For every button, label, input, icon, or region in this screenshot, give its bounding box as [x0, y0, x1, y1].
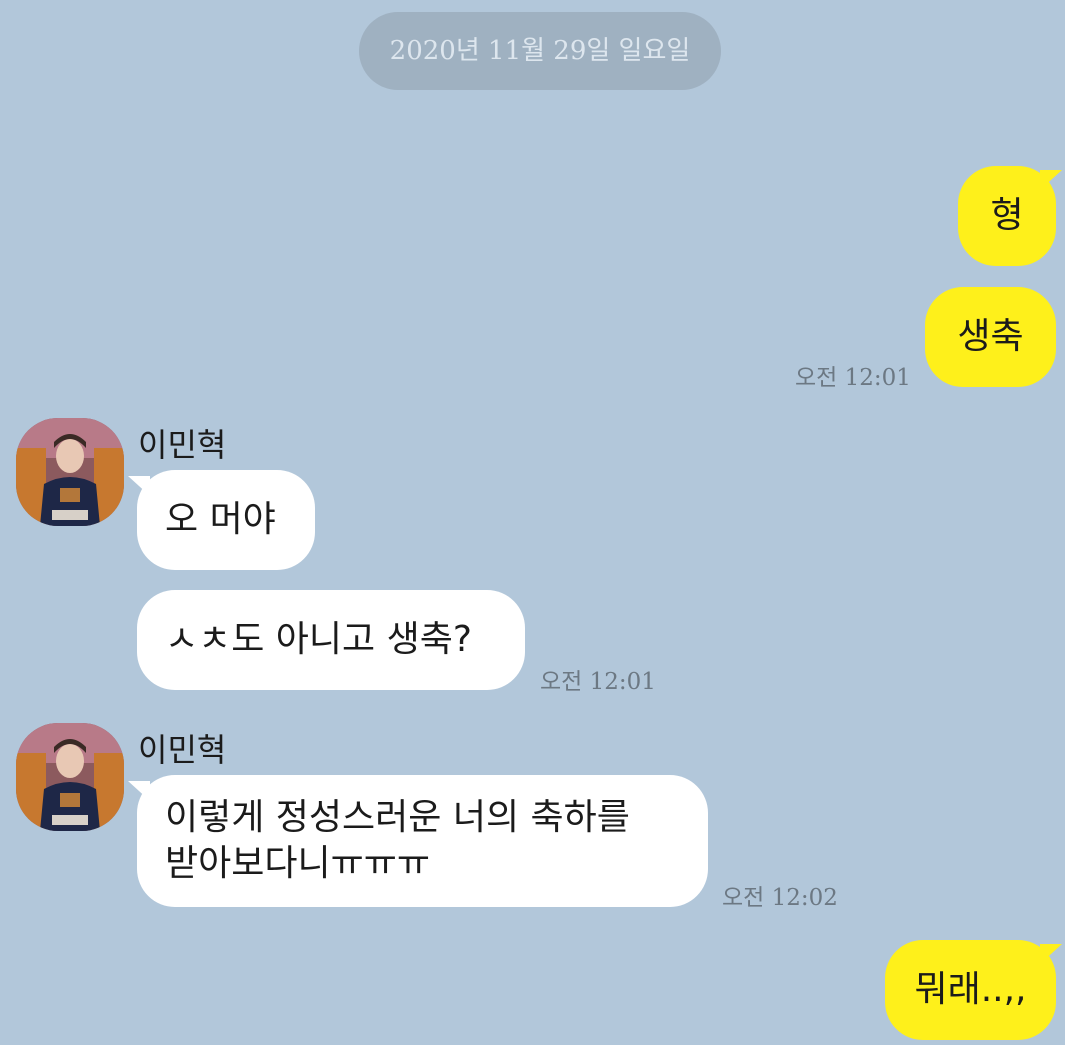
friend-message-bubble[interactable]: 오 머야	[137, 470, 315, 570]
my-message-bubble[interactable]: 뭐래..,,	[885, 940, 1056, 1040]
message-timestamp: 오전 12:02	[722, 885, 838, 911]
message-timestamp: 오전 12:01	[795, 365, 911, 391]
message-text: ㅅㅊ도 아니고 생축?	[165, 619, 472, 660]
avatar[interactable]	[16, 723, 124, 831]
avatar[interactable]	[16, 418, 124, 526]
message-text-line: 이렇게 정성스러운 너의 축하를	[165, 797, 630, 838]
profile-photo-icon	[16, 418, 124, 526]
friend-message-bubble[interactable]: 이렇게 정성스러운 너의 축하를 받아보다니ㅠㅠㅠ	[137, 775, 708, 907]
bubble-tail	[1040, 944, 1062, 964]
message-text: 생축	[957, 316, 1024, 357]
sender-name: 이민혁	[138, 426, 227, 464]
chat-room[interactable]: 2020년 11월 29일 일요일 형 생축 오전 12:01 이민혁 오 머야…	[0, 0, 1065, 1045]
date-divider: 2020년 11월 29일 일요일	[359, 12, 721, 90]
message-text: 오 머야	[165, 499, 276, 540]
my-message-bubble[interactable]: 생축	[925, 287, 1056, 387]
message-text-line: 받아보다니ㅠㅠㅠ	[165, 843, 430, 884]
message-text: 형	[990, 195, 1024, 236]
sender-name: 이민혁	[138, 731, 227, 769]
friend-message-bubble[interactable]: ㅅㅊ도 아니고 생축?	[137, 590, 525, 690]
profile-photo-icon	[16, 723, 124, 831]
message-text: 뭐래..,,	[914, 969, 1027, 1010]
message-timestamp: 오전 12:01	[540, 669, 656, 695]
bubble-tail	[1040, 170, 1062, 190]
